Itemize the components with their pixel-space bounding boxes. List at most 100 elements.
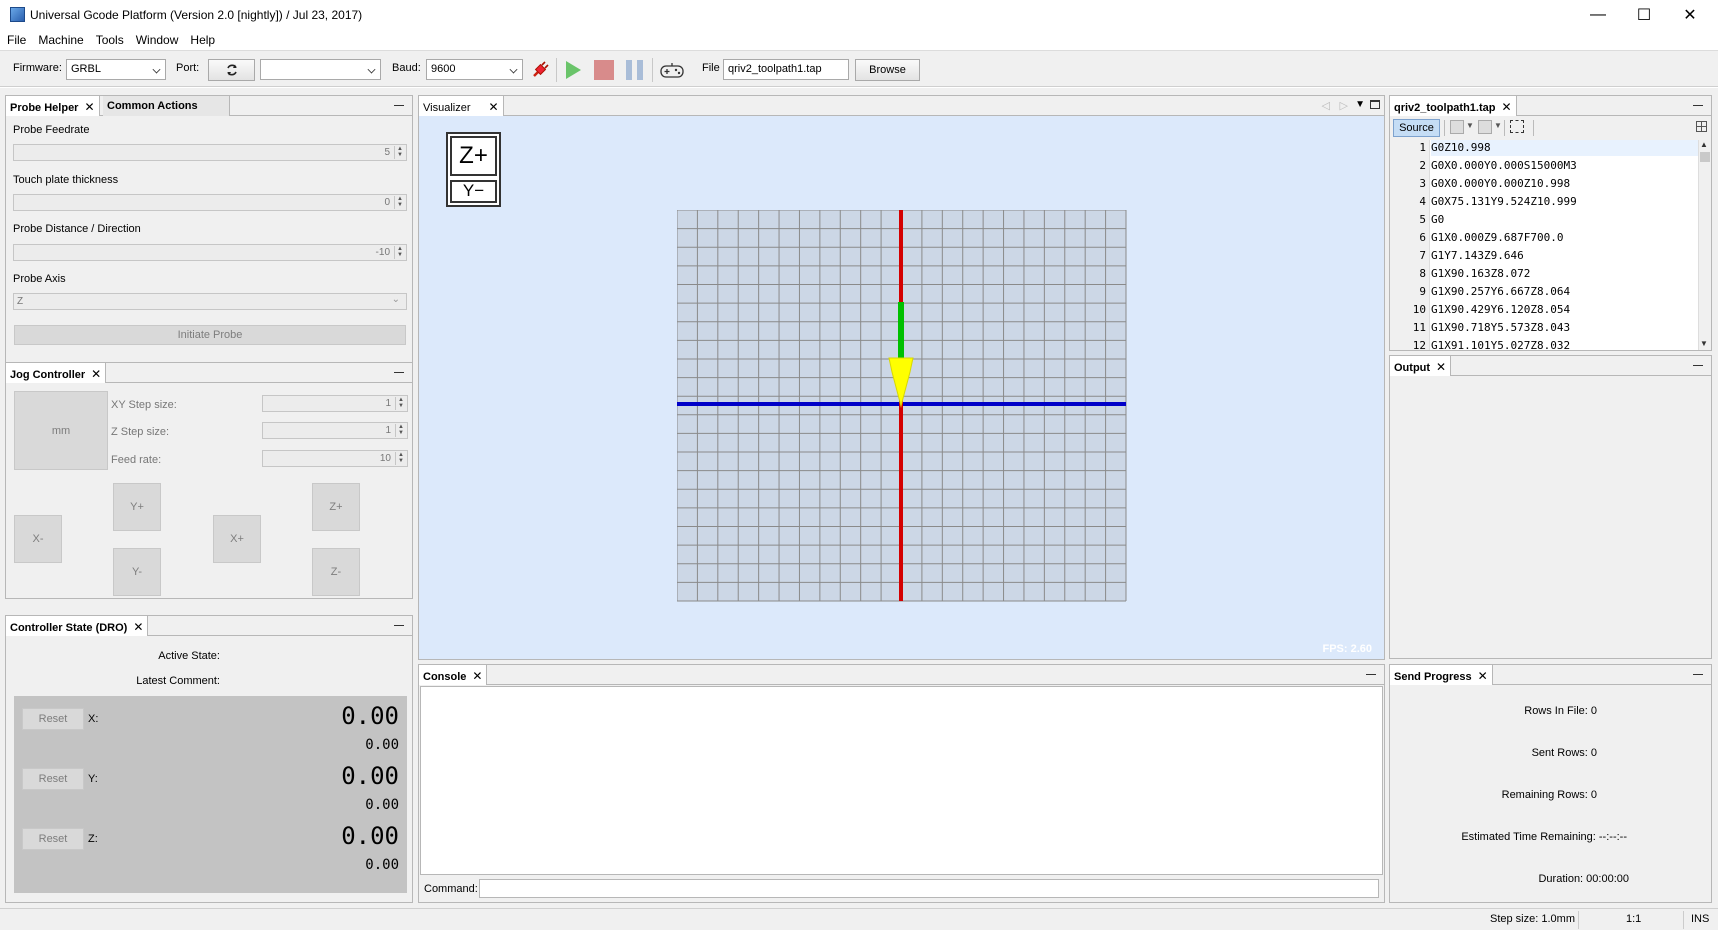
menu-bar: File Machine Tools Window Help xyxy=(0,30,1718,50)
spinner-value: 0 xyxy=(384,197,390,208)
chevron-down-icon[interactable]: ▼ xyxy=(1494,121,1502,130)
units-toggle-button[interactable]: mm xyxy=(14,391,108,470)
stop-button[interactable] xyxy=(592,58,616,82)
close-icon[interactable]: ✕ xyxy=(1501,100,1511,114)
play-button[interactable] xyxy=(561,58,585,82)
minimize-panel-icon[interactable] xyxy=(1693,674,1703,675)
gcode-text: G1Y7.143Z9.646 xyxy=(1431,249,1524,262)
scroll-left-icon[interactable]: ◁ xyxy=(1322,99,1330,112)
pause-button[interactable] xyxy=(623,58,647,82)
browse-button[interactable]: Browse xyxy=(855,59,920,81)
reset-x-button[interactable]: Reset xyxy=(22,708,84,730)
reset-y-button[interactable]: Reset xyxy=(22,768,84,790)
minimize-panel-icon[interactable] xyxy=(394,625,404,626)
minimize-panel-icon[interactable] xyxy=(394,105,404,106)
menu-window[interactable]: Window xyxy=(130,30,185,50)
gcode-text: G0X0.000Y0.000Z10.998 xyxy=(1431,177,1571,190)
gamepad-button[interactable] xyxy=(660,58,684,82)
history-forward-icon[interactable] xyxy=(1478,120,1492,134)
jog-z-plus-button[interactable]: Z+ xyxy=(312,483,360,531)
fps-counter: FPS: 2.60 xyxy=(1322,643,1372,655)
jog-x-plus-button[interactable]: X+ xyxy=(213,515,261,563)
scroll-down-icon[interactable]: ▼ xyxy=(1700,339,1708,348)
close-icon[interactable]: ✕ xyxy=(489,100,499,114)
work-area: Probe Helper ✕ Common Actions Probe Feedr… xyxy=(0,88,1718,908)
view-cube-top[interactable]: Z+ xyxy=(450,136,497,176)
close-icon[interactable]: ✕ xyxy=(133,620,143,634)
initiate-probe-button[interactable]: Initiate Probe xyxy=(14,325,406,345)
view-cube-front[interactable]: Y− xyxy=(450,180,497,203)
source-toolbar: Source ▼ ▼ xyxy=(1390,117,1711,139)
scroll-up-icon[interactable]: ▲ xyxy=(1700,140,1708,149)
z-step-spinner[interactable]: 1 ▲ ▼ xyxy=(262,422,408,439)
line-number: 3 xyxy=(1419,177,1426,190)
chevron-down-icon[interactable]: ▼ xyxy=(1466,121,1474,130)
jog-panel: Jog Controller ✕ mm XY Step size: 1 ▲ ▼ Z S… xyxy=(5,362,413,599)
close-icon[interactable]: ✕ xyxy=(472,669,482,683)
command-input[interactable] xyxy=(479,879,1379,898)
source-view-button[interactable]: Source xyxy=(1393,119,1440,137)
tab-label: qriv2_toolpath1.tap xyxy=(1394,102,1496,114)
menu-help[interactable]: Help xyxy=(184,30,221,50)
tab-send-progress[interactable]: Send Progress ✕ xyxy=(1390,665,1493,685)
spinner-arrows-icon[interactable]: ▲ ▼ xyxy=(394,146,405,159)
scroll-right-icon[interactable]: ▷ xyxy=(1340,99,1348,112)
menu-file[interactable]: File xyxy=(0,30,32,50)
tab-visualizer[interactable]: Visualizer ✕ xyxy=(419,96,504,116)
close-icon[interactable]: ✕ xyxy=(84,100,94,114)
spinner-arrows-icon[interactable]: ▲ ▼ xyxy=(394,196,405,209)
code-editor[interactable]: 1 G0Z10.998 2 G0X0.000Y0.000S15000M3 3 G0X0.0… xyxy=(1390,140,1698,350)
probe-axis-select[interactable]: Z ⌄ xyxy=(13,293,407,310)
code-scrollbar[interactable]: ▲ ▼ xyxy=(1698,140,1711,350)
maximize-panel-icon[interactable] xyxy=(1370,100,1380,109)
menu-machine[interactable]: Machine xyxy=(32,30,89,50)
scrollbar-thumb[interactable] xyxy=(1700,152,1710,162)
close-icon[interactable]: ✕ xyxy=(1478,669,1488,683)
spinner-arrows-icon[interactable]: ▲ ▼ xyxy=(395,452,406,465)
jog-y-minus-button[interactable]: Y- xyxy=(113,548,161,596)
view-cube[interactable]: Z+ Y− xyxy=(446,132,501,207)
touch-plate-spinner[interactable]: 0 ▲ ▼ xyxy=(13,194,407,211)
console-header: Console ✕ xyxy=(419,665,1384,685)
probe-feedrate-spinner[interactable]: 5 ▲ ▼ xyxy=(13,144,407,161)
tab-output[interactable]: Output ✕ xyxy=(1390,356,1452,376)
tab-controller-state[interactable]: Controller State (DRO) ✕ xyxy=(6,616,149,636)
firmware-select[interactable]: GRBL xyxy=(66,59,166,80)
close-icon[interactable]: ✕ xyxy=(1436,360,1446,374)
minimize-panel-icon[interactable] xyxy=(1693,365,1703,366)
jog-y-plus-button[interactable]: Y+ xyxy=(113,483,161,531)
close-icon[interactable]: ✕ xyxy=(91,367,101,381)
console-output[interactable] xyxy=(420,686,1383,875)
maximize-button[interactable]: ☐ xyxy=(1621,0,1667,30)
minimize-panel-icon[interactable] xyxy=(1693,105,1703,106)
minimize-panel-icon[interactable] xyxy=(394,372,404,373)
connect-button[interactable] xyxy=(528,58,552,82)
baud-select[interactable]: 9600 xyxy=(426,59,523,80)
refresh-ports-button[interactable] xyxy=(208,59,255,81)
split-view-icon[interactable] xyxy=(1696,121,1707,132)
tab-list-icon[interactable]: ▼ xyxy=(1355,99,1365,110)
tab-common-actions[interactable]: Common Actions xyxy=(103,96,230,116)
probe-distance-spinner[interactable]: -10 ▲ ▼ xyxy=(13,244,407,261)
spinner-arrows-icon[interactable]: ▲ ▼ xyxy=(395,397,406,410)
menu-tools[interactable]: Tools xyxy=(90,30,130,50)
history-back-icon[interactable] xyxy=(1450,120,1464,134)
reset-z-button[interactable]: Reset xyxy=(22,828,84,850)
tab-console[interactable]: Console ✕ xyxy=(419,665,488,685)
tab-source-file[interactable]: qriv2_toolpath1.tap ✕ xyxy=(1390,96,1517,116)
spinner-arrows-icon[interactable]: ▲ ▼ xyxy=(395,424,406,437)
feed-rate-spinner[interactable]: 10 ▲ ▼ xyxy=(262,450,408,467)
jog-z-minus-button[interactable]: Z- xyxy=(312,548,360,596)
visualizer-canvas[interactable]: Z+ Y− FPS: 2.60 xyxy=(419,116,1384,659)
jog-x-minus-button[interactable]: X- xyxy=(14,515,62,563)
tab-probe-helper[interactable]: Probe Helper ✕ xyxy=(6,96,100,116)
port-select[interactable] xyxy=(260,59,381,80)
minimize-panel-icon[interactable] xyxy=(1366,674,1376,675)
select-region-icon[interactable] xyxy=(1510,120,1524,133)
minimize-button[interactable]: — xyxy=(1575,0,1621,30)
file-input[interactable]: qriv2_toolpath1.tap xyxy=(723,59,849,80)
spinner-arrows-icon[interactable]: ▲ ▼ xyxy=(394,246,405,259)
xy-step-spinner[interactable]: 1 ▲ ▼ xyxy=(262,395,408,412)
close-button[interactable]: ✕ xyxy=(1667,0,1713,30)
tab-jog-controller[interactable]: Jog Controller ✕ xyxy=(6,363,107,383)
